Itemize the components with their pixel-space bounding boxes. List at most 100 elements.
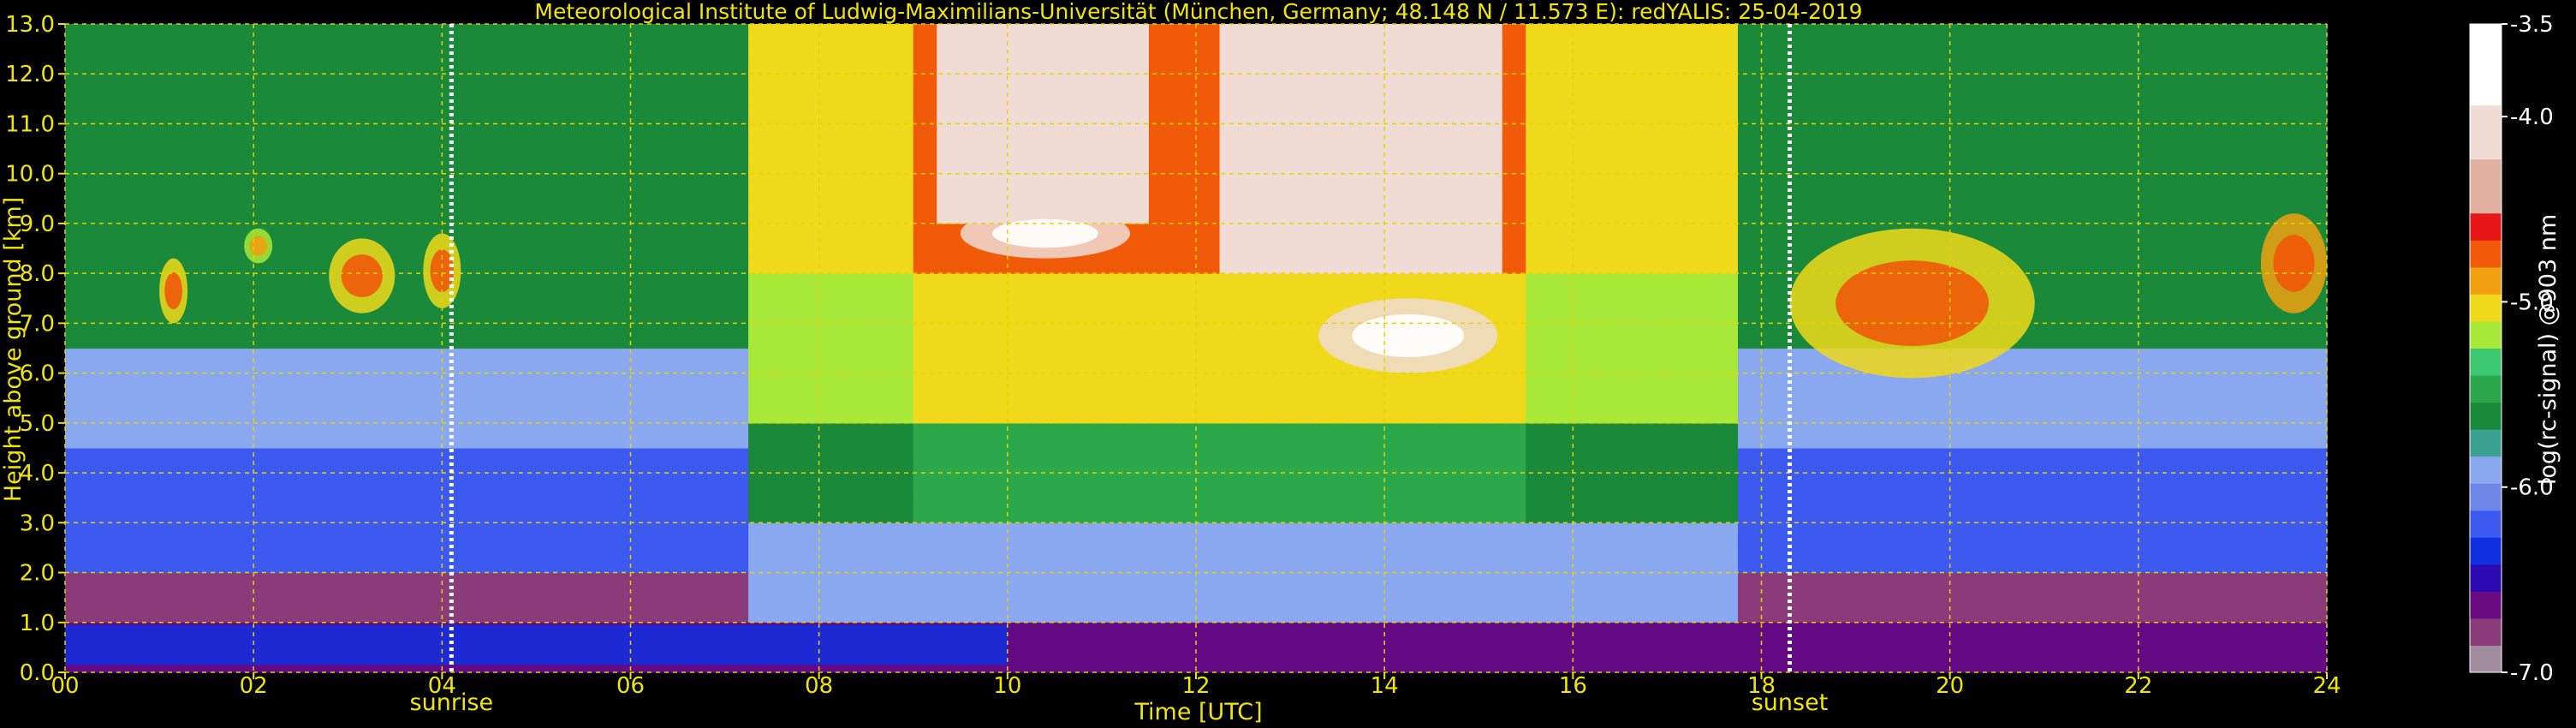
- heat-cell: [1996, 49, 2021, 63]
- heat-cell: [1455, 510, 1479, 523]
- heat-cell: [1219, 260, 1244, 274]
- heat-cell: [2091, 473, 2115, 486]
- heat-cell: [1902, 547, 1927, 561]
- heat-cell: [2067, 173, 2092, 187]
- heat-cell: [2138, 373, 2163, 386]
- heat-cell: [395, 597, 419, 611]
- heat-cell: [300, 534, 325, 549]
- heat-cell: [324, 522, 348, 536]
- heat-cell: [2256, 49, 2281, 63]
- heat-cell: [1737, 534, 1763, 549]
- heat-cell: [65, 123, 90, 137]
- heat-cell: [1125, 335, 1150, 349]
- heat-cell: [795, 397, 820, 411]
- heat-cell: [960, 273, 985, 287]
- heat-cell: [1384, 24, 1409, 38]
- heat-cell: [1926, 148, 1951, 162]
- heat-cell: [606, 473, 632, 486]
- heat-cell: [1926, 485, 1951, 498]
- heat-cell: [984, 273, 1008, 287]
- heat-cell: [1973, 460, 1998, 474]
- heat-cell: [2185, 422, 2210, 437]
- heat-cell: [960, 310, 985, 324]
- heat-cell: [724, 397, 749, 411]
- heat-cell: [229, 373, 254, 386]
- heat-cell: [583, 61, 608, 75]
- heat-cell: [583, 348, 608, 361]
- heat-cell: [206, 348, 231, 361]
- heat-cell: [1526, 248, 1550, 262]
- heat-cell: [206, 248, 231, 262]
- heat-cell: [371, 223, 396, 237]
- heat-cell: [1549, 534, 1574, 549]
- heat-cell: [2303, 385, 2328, 399]
- heat-cell: [1549, 223, 1574, 237]
- heat-cell: [1478, 123, 1503, 137]
- heat-cell: [206, 559, 231, 574]
- heat-cell: [606, 298, 632, 312]
- heat-cell: [1808, 473, 1833, 486]
- heat-cell: [937, 24, 961, 38]
- heat-cell: [2162, 74, 2186, 87]
- heat-cell: [1078, 559, 1103, 574]
- heat-cell: [65, 559, 90, 574]
- heat-cell: [1549, 74, 1574, 87]
- heat-cell: [512, 136, 538, 150]
- heat-cell: [253, 310, 278, 324]
- heat-cell: [2162, 198, 2186, 212]
- heat-cell: [442, 522, 467, 536]
- heat-cell: [583, 610, 608, 624]
- heat-cell: [1643, 36, 1669, 50]
- heat-cell: [1690, 273, 1716, 287]
- heat-cell: [2091, 198, 2115, 212]
- heat-cell: [1996, 61, 2021, 75]
- heat-cell: [1667, 498, 1692, 511]
- heat-cell: [1101, 585, 1127, 599]
- heat-cell: [1313, 198, 1338, 212]
- heat-cell: [1172, 310, 1197, 324]
- heat-cell: [1832, 397, 1857, 411]
- heat-cell: [371, 510, 396, 523]
- heat-cell: [348, 447, 372, 462]
- heat-cell: [2091, 610, 2115, 624]
- heat-cell: [1549, 435, 1574, 449]
- heat-cell: [371, 435, 396, 449]
- heat-cell: [1573, 86, 1597, 99]
- heat-cell: [795, 498, 820, 511]
- heat-cell: [206, 49, 231, 63]
- heat-cell: [88, 186, 113, 200]
- heat-cell: [818, 335, 843, 349]
- heat-cell: [1667, 422, 1692, 437]
- heat-cell: [159, 98, 184, 112]
- heat-cell: [654, 323, 679, 337]
- heat-cell: [583, 547, 608, 561]
- heat-cell: [465, 522, 490, 536]
- heat-cell: [2044, 610, 2068, 624]
- heat-cell: [1926, 610, 1951, 624]
- heat-cell: [1478, 547, 1503, 561]
- heat-cell: [253, 385, 278, 399]
- heat-cell: [1737, 49, 1763, 63]
- heat-cell: [88, 422, 113, 437]
- heat-cell: [1808, 422, 1833, 437]
- heat-cell: [1596, 498, 1621, 511]
- heat-cell: [1101, 473, 1127, 486]
- heat-cell: [253, 447, 278, 462]
- heat-cell: [1832, 510, 1857, 523]
- heat-cell: [1832, 610, 1857, 624]
- heat-cell: [1407, 36, 1432, 50]
- heat-cell: [1502, 136, 1526, 150]
- heat-cell: [2067, 522, 2092, 536]
- heat-cell: [2067, 460, 2092, 474]
- heat-cell: [1054, 485, 1079, 498]
- heat-cell: [1431, 610, 1456, 624]
- heat-cell: [2209, 373, 2234, 386]
- heat-cell: [889, 335, 914, 349]
- heat-cell: [536, 61, 561, 75]
- heat-cell: [65, 335, 90, 349]
- heat-cell: [1196, 98, 1221, 112]
- heat-cell: [1526, 285, 1550, 299]
- heat-cell: [1714, 422, 1739, 437]
- heat-cell: [2115, 298, 2139, 312]
- heat-cell: [206, 198, 231, 212]
